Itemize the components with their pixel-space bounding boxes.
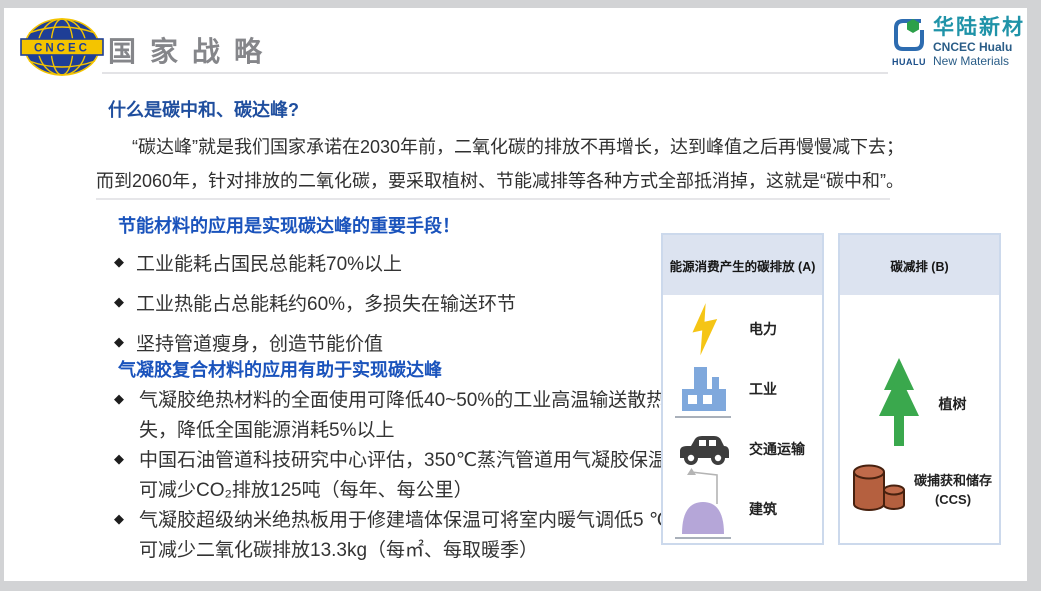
carbon-emission-panel: 能源消费产生的碳排放 (A) 电力	[661, 233, 824, 545]
header-divider	[102, 72, 888, 74]
car-icon	[675, 431, 733, 467]
page-title: 国家战略	[108, 30, 276, 70]
hualu-logo-word: HUALU	[890, 57, 928, 67]
hualu-logo: HUALU 华陆新材 CNCEC Hualu New Materials	[890, 16, 1025, 68]
list-item: ◆ 工业能耗占国民总能耗70%以上	[114, 242, 516, 282]
list-item: ◆ 工业热能占总能耗约60%，多损失在输送环节	[114, 282, 516, 322]
panel-b-title: 碳减排 (B)	[840, 235, 999, 295]
panel-b-row-ccs: 碳捕获和储存 (CCS)	[840, 457, 999, 523]
hualu-name-cn: 华陆新材	[933, 16, 1025, 40]
bullet-diamond-icon: ◆	[114, 294, 124, 310]
bullet-diamond-icon: ◆	[114, 511, 124, 527]
ground-line	[675, 537, 731, 539]
bullet-diamond-icon: ◆	[114, 254, 124, 270]
hualu-name-en2: New Materials	[933, 54, 1025, 68]
list-item: ◆ 气凝胶超级纳米绝热板用于修建墙体保温可将室内暖气调低5 ℃， 可减少二氧化碳…	[114, 506, 674, 566]
intro-line-2: 而到2060年，针对排放的二氧化碳，要采取植树、节能减排等各种方式全部抵消掉，这…	[96, 164, 946, 198]
cncec-logo: CNCEC	[20, 14, 104, 80]
bullet-diamond-icon: ◆	[114, 334, 124, 350]
panel-a-row-building: 建筑	[663, 479, 822, 539]
energy-bullet-list: ◆ 工业能耗占国民总能耗70%以上 ◆ 工业热能占总能耗约60%，多损失在输送环…	[114, 242, 516, 362]
list-item: ◆ 气凝胶绝热材料的全面使用可降低40~50%的工业高温输送散热损 失，降低全国…	[114, 386, 674, 446]
intro-paragraph: “碳达峰”就是我们国家承诺在2030年前，二氧化碳的排放不再增长，达到峰值之后再…	[96, 130, 946, 198]
bullet-diamond-icon: ◆	[114, 451, 124, 467]
list-item: ◆ 中国石油管道科技研究中心评估，350℃蒸汽管道用气凝胶保温， 可减少CO₂排…	[114, 446, 674, 506]
panel-a-title: 能源消费产生的碳排放 (A)	[663, 235, 822, 295]
aerogel-bullet-list: ◆ 气凝胶绝热材料的全面使用可降低40~50%的工业高温输送散热损 失，降低全国…	[114, 386, 674, 566]
panel-b-row-tree: 植树	[840, 351, 999, 457]
aerogel-section-heading: 气凝胶复合材料的应用有助于实现碳达峰	[118, 356, 442, 382]
hualu-logo-icon: HUALU	[890, 16, 928, 67]
cncec-logo-text: CNCEC	[34, 43, 90, 55]
lightning-icon	[675, 302, 733, 356]
slide: CNCEC 国家战略 HUALU 华陆新材 CNCEC Hualu New Ma…	[4, 8, 1027, 581]
intro-line-1: “碳达峰”就是我们国家承诺在2030年前，二氧化碳的排放不再增长，达到峰值之后再…	[96, 130, 946, 164]
tree-icon	[873, 354, 925, 455]
intro-heading: 什么是碳中和、碳达峰?	[108, 96, 299, 122]
ground-line	[675, 416, 731, 418]
building-icon	[675, 482, 733, 536]
barrels-icon	[848, 462, 910, 519]
energy-section-heading: 节能材料的应用是实现碳达峰的重要手段！	[118, 212, 460, 238]
section-divider	[96, 198, 890, 200]
bullet-diamond-icon: ◆	[114, 391, 124, 407]
panel-a-row-industry: 工业	[663, 359, 822, 419]
carbon-reduction-panel: 碳减排 (B) 植树	[838, 233, 1001, 545]
panel-a-row-electricity: 电力	[663, 299, 822, 359]
ccs-label: 碳捕获和储存 (CCS)	[914, 471, 992, 509]
factory-icon	[675, 363, 733, 415]
hualu-name-en1: CNCEC Hualu	[933, 40, 1025, 54]
